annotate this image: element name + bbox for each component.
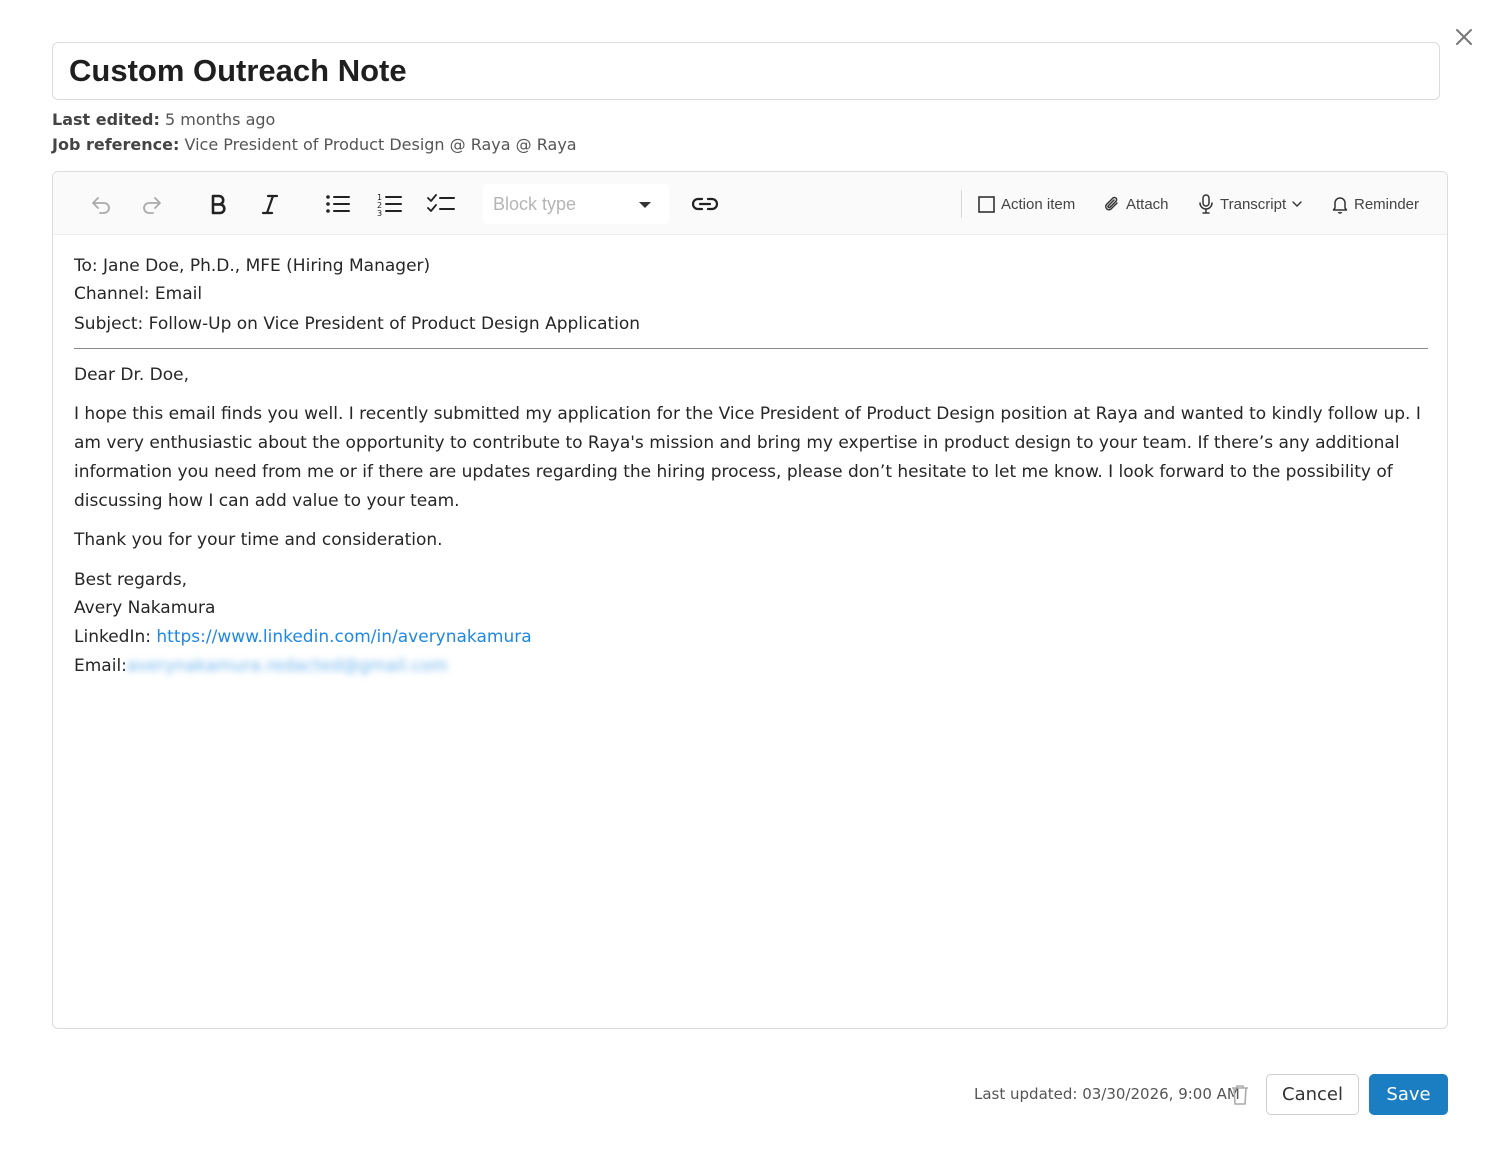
title-input[interactable]: Custom Outreach Note xyxy=(52,42,1440,100)
last-edited: Last edited: 5 months ago xyxy=(52,110,275,129)
job-reference-label: Job reference: xyxy=(52,135,180,154)
svg-text:3: 3 xyxy=(377,209,382,216)
last-updated: Last updated: 03/30/2026, 9:00 AM xyxy=(974,1085,1240,1103)
bullet-list-icon xyxy=(326,195,350,213)
toolbar-divider xyxy=(961,190,962,218)
bold-icon xyxy=(211,194,226,215)
redo-button[interactable] xyxy=(138,188,166,220)
paperclip-icon xyxy=(1105,196,1118,211)
signature-name: Avery Nakamura xyxy=(74,598,216,618)
checkbox-icon xyxy=(978,195,995,213)
last-edited-value: 5 months ago xyxy=(164,110,276,129)
close-button[interactable] xyxy=(1451,24,1477,50)
job-reference: Job reference: Vice President of Product… xyxy=(52,135,577,154)
transcript-button[interactable]: Transcript xyxy=(1198,192,1303,216)
linkedin-link[interactable]: https://www.linkedin.com/in/averynakamur… xyxy=(156,627,531,647)
undo-button[interactable] xyxy=(87,188,115,220)
chevron-down-icon xyxy=(1292,201,1302,207)
job-reference-value: Vice President of Product Design @ Raya … xyxy=(184,135,577,154)
action-item-label: Action item xyxy=(1001,195,1076,213)
block-type-placeholder: Block type xyxy=(493,194,577,214)
link-button[interactable] xyxy=(690,188,720,220)
note-editor[interactable]: 123 Block type Action item Attach Transc… xyxy=(52,171,1448,1029)
channel-line: Channel: Email xyxy=(74,284,203,304)
redo-icon xyxy=(143,197,161,214)
bold-button[interactable] xyxy=(205,188,231,220)
attach-label: Attach xyxy=(1126,195,1169,213)
trash-icon xyxy=(1232,1085,1248,1105)
bell-icon xyxy=(1332,196,1348,214)
header-divider xyxy=(74,348,1428,349)
thanks-line: Thank you for your time and consideratio… xyxy=(74,530,443,550)
bullet-list-button[interactable] xyxy=(323,188,353,220)
reminder-button[interactable]: Reminder xyxy=(1332,192,1419,216)
delete-button[interactable] xyxy=(1229,1083,1251,1107)
email-line: Email:averynakamura.redacted@gmail.com xyxy=(74,652,1428,681)
numbered-list-button[interactable]: 123 xyxy=(375,188,405,220)
linkedin-label: LinkedIn: xyxy=(74,627,157,647)
greeting: Dear Dr. Doe, xyxy=(74,365,190,385)
subject-line: Subject: Follow-Up on Vice President of … xyxy=(74,314,641,334)
body-paragraph: I hope this email finds you well. I rece… xyxy=(74,404,1421,511)
editor-toolbar: 123 Block type Action item Attach Transc… xyxy=(53,172,1447,235)
checklist-button[interactable] xyxy=(426,188,456,220)
checklist-icon xyxy=(427,194,455,212)
link-icon xyxy=(691,197,719,211)
last-edited-label: Last edited: xyxy=(52,110,160,129)
undo-icon xyxy=(92,197,110,214)
numbered-list-icon: 123 xyxy=(377,193,402,216)
transcript-label: Transcript xyxy=(1220,195,1287,213)
linkedin-line: LinkedIn: https://www.linkedin.com/in/av… xyxy=(74,623,1428,652)
attach-button[interactable]: Attach xyxy=(1104,192,1169,216)
italic-button[interactable] xyxy=(257,188,283,220)
email-value-redacted[interactable]: averynakamura.redacted@gmail.com xyxy=(127,656,448,676)
to-line: To: Jane Doe, Ph.D., MFE (Hiring Manager… xyxy=(74,256,431,276)
close-icon[interactable] xyxy=(1451,24,1477,50)
block-type-select[interactable]: Block type xyxy=(483,184,669,224)
microphone-icon xyxy=(1199,194,1213,214)
cancel-button[interactable]: Cancel xyxy=(1266,1074,1359,1115)
save-button[interactable]: Save xyxy=(1369,1074,1448,1115)
email-label: Email: xyxy=(74,656,127,676)
note-title[interactable]: Custom Outreach Note xyxy=(69,53,407,89)
italic-icon xyxy=(261,194,279,215)
caret-down-icon xyxy=(639,202,651,208)
reminder-label: Reminder xyxy=(1354,195,1420,213)
closing-line: Best regards, xyxy=(74,570,188,590)
action-item-button[interactable]: Action item xyxy=(978,192,1075,216)
